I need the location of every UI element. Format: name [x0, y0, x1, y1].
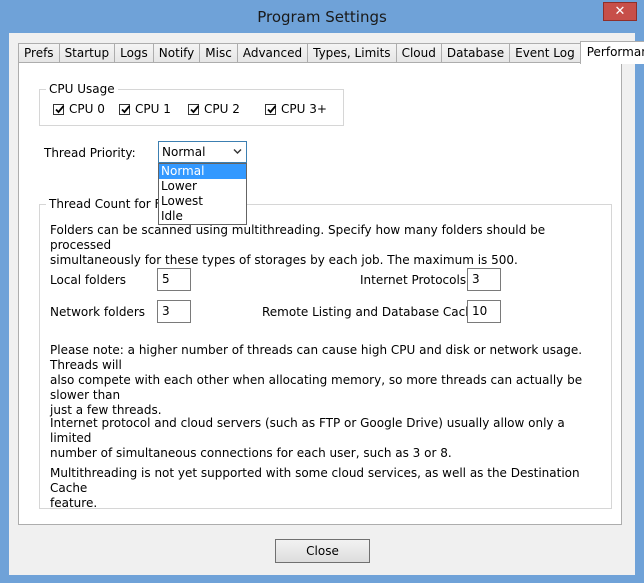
note-line: Please note: a higher number of threads …: [50, 343, 583, 372]
internet-protocols-input[interactable]: 3: [467, 268, 501, 291]
note-line: Multithreading is not yet supported with…: [50, 466, 580, 495]
tab-logs[interactable]: Logs: [114, 43, 154, 63]
tab-types-limits[interactable]: Types, Limits: [307, 43, 397, 63]
note-line: feature.: [50, 496, 98, 510]
tab-startup[interactable]: Startup: [58, 43, 116, 63]
tab-advanced[interactable]: Advanced: [236, 43, 309, 63]
dialog-client-area: Prefs Startup Logs Notify Misc Advanced …: [9, 33, 644, 575]
network-folders-label: Network folders: [50, 305, 146, 319]
cpu-usage-legend: CPU Usage: [46, 82, 118, 96]
window-close-button[interactable]: ✕: [603, 2, 637, 21]
connections-note: Internet protocol and cloud servers (suc…: [50, 416, 590, 461]
close-button[interactable]: Close: [275, 539, 370, 563]
cloud-support-note: Multithreading is not yet supported with…: [50, 466, 590, 511]
cpu3-label: CPU 3+: [281, 102, 327, 116]
intro-line: Folders can be scanned using multithread…: [50, 223, 546, 252]
cpu0-label: CPU 0: [69, 102, 105, 116]
option-idle[interactable]: Idle: [159, 209, 246, 224]
thread-count-group: Thread Count for F Folders can be scanne…: [39, 197, 612, 511]
thread-count-legend: Thread Count for F: [46, 197, 165, 211]
network-folders-input[interactable]: 3: [157, 300, 191, 323]
note-line: Internet protocol and cloud servers (suc…: [50, 416, 565, 445]
tab-database[interactable]: Database: [440, 43, 511, 63]
tab-event-log[interactable]: Event Log: [509, 43, 581, 63]
title-bar[interactable]: Program Settings ✕: [1, 1, 643, 33]
note-line: number of simultaneous connections for e…: [50, 446, 452, 460]
note-line: also compete with each other when alloca…: [50, 373, 583, 402]
tab-strip: Prefs Startup Logs Notify Misc Advanced …: [18, 41, 644, 64]
internet-protocols-label: Internet Protocols: [360, 273, 467, 287]
thread-priority-label: Thread Priority:: [44, 146, 136, 160]
performance-panel: CPU Usage CPU 0 CPU 1 CPU 2 CPU 3+ Threa…: [18, 62, 622, 525]
chevron-down-icon: [233, 149, 242, 154]
local-folders-label: Local folders: [50, 273, 127, 287]
tab-performance[interactable]: Performance: [579, 41, 644, 64]
thread-count-intro: Folders can be scanned using multithread…: [50, 223, 590, 268]
cpu-usage-group: CPU Usage CPU 0 CPU 1 CPU 2 CPU 3+: [39, 82, 344, 126]
cpu2-checkbox[interactable]: CPU 2: [188, 102, 240, 116]
remote-listing-input[interactable]: 10: [467, 300, 501, 323]
thread-priority-dropdown[interactable]: Normal: [158, 141, 247, 163]
option-lower[interactable]: Lower: [159, 179, 246, 194]
window-title: Program Settings: [257, 8, 387, 26]
tab-prefs[interactable]: Prefs: [18, 43, 60, 63]
tab-cloud[interactable]: Cloud: [395, 43, 442, 63]
tab-misc[interactable]: Misc: [199, 43, 238, 63]
option-normal[interactable]: Normal: [159, 164, 246, 179]
checkbox-checked-icon: [265, 103, 277, 115]
cpu1-checkbox[interactable]: CPU 1: [119, 102, 171, 116]
thread-priority-options: Normal Lower Lowest Idle: [158, 163, 247, 225]
checkbox-checked-icon: [188, 103, 200, 115]
option-lowest[interactable]: Lowest: [159, 194, 246, 209]
cpu3-checkbox[interactable]: CPU 3+: [265, 102, 327, 116]
tab-notify[interactable]: Notify: [152, 43, 201, 63]
local-folders-input[interactable]: 5: [157, 268, 191, 291]
intro-line: simultaneously for these types of storag…: [50, 253, 518, 267]
cpu1-label: CPU 1: [135, 102, 171, 116]
checkbox-checked-icon: [53, 103, 65, 115]
cpu2-label: CPU 2: [204, 102, 240, 116]
thread-priority-value: Normal: [162, 145, 206, 159]
cpu0-checkbox[interactable]: CPU 0: [53, 102, 105, 116]
checkbox-checked-icon: [119, 103, 131, 115]
threads-note: Please note: a higher number of threads …: [50, 343, 590, 418]
settings-window: Program Settings ✕ Prefs Startup Logs No…: [0, 0, 644, 583]
remote-listing-label: Remote Listing and Database Cache: [262, 305, 481, 319]
